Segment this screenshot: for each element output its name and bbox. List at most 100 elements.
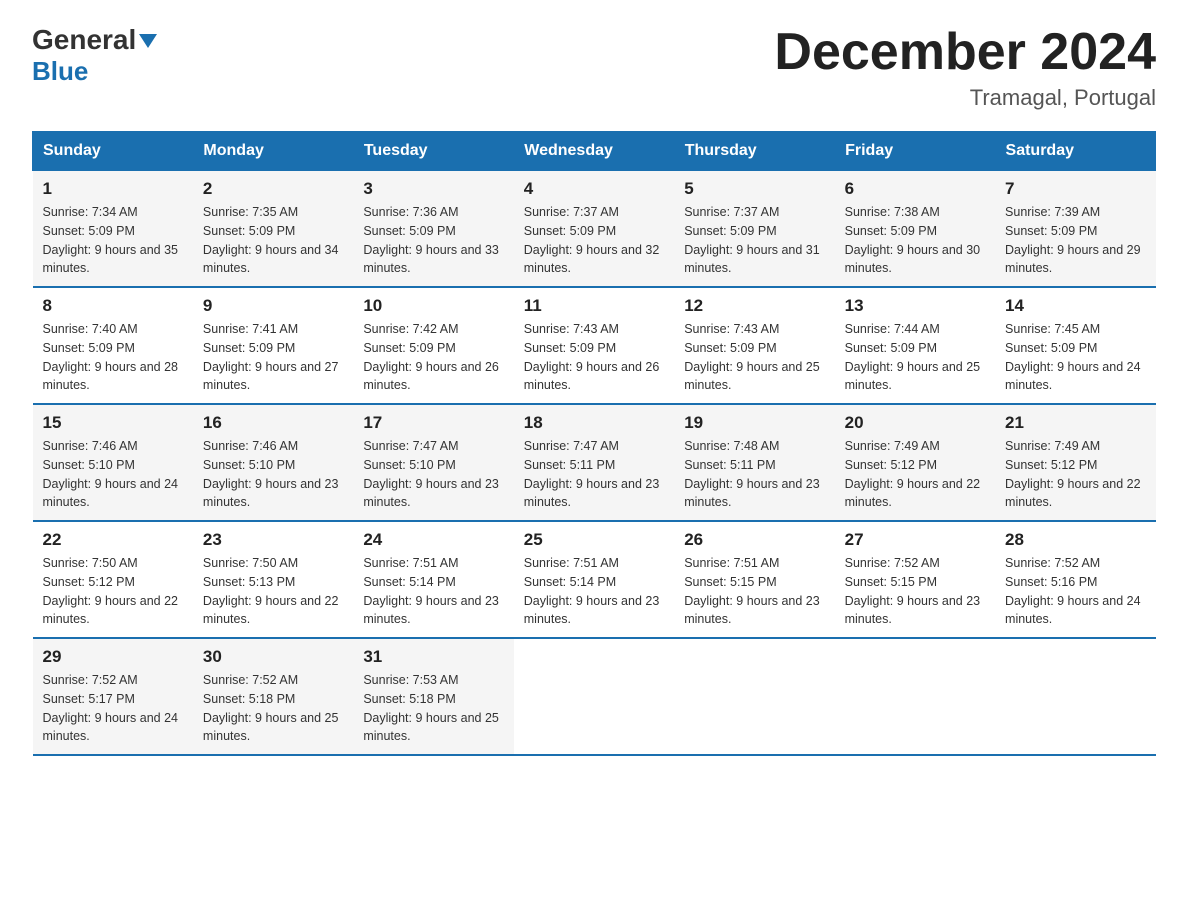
- calendar-cell: [995, 638, 1155, 755]
- day-info: Sunrise: 7:37 AMSunset: 5:09 PMDaylight:…: [524, 203, 664, 278]
- day-number: 28: [1005, 530, 1145, 550]
- calendar-week-row: 8 Sunrise: 7:40 AMSunset: 5:09 PMDaylight…: [33, 287, 1156, 404]
- day-number: 7: [1005, 179, 1145, 199]
- day-info: Sunrise: 7:34 AMSunset: 5:09 PMDaylight:…: [43, 203, 183, 278]
- day-info: Sunrise: 7:38 AMSunset: 5:09 PMDaylight:…: [845, 203, 985, 278]
- month-title: December 2024: [774, 24, 1156, 81]
- day-info: Sunrise: 7:52 AMSunset: 5:17 PMDaylight:…: [43, 671, 183, 746]
- calendar-cell: 10 Sunrise: 7:42 AMSunset: 5:09 PMDayligh…: [353, 287, 513, 404]
- day-number: 17: [363, 413, 503, 433]
- calendar-week-row: 1 Sunrise: 7:34 AMSunset: 5:09 PMDaylight…: [33, 171, 1156, 288]
- header-sunday: Sunday: [33, 132, 193, 171]
- calendar-cell: 16 Sunrise: 7:46 AMSunset: 5:10 PMDayligh…: [193, 404, 353, 521]
- calendar-cell: 12 Sunrise: 7:43 AMSunset: 5:09 PMDayligh…: [674, 287, 834, 404]
- day-info: Sunrise: 7:52 AMSunset: 5:16 PMDaylight:…: [1005, 554, 1145, 629]
- calendar-cell: 14 Sunrise: 7:45 AMSunset: 5:09 PMDayligh…: [995, 287, 1155, 404]
- day-info: Sunrise: 7:41 AMSunset: 5:09 PMDaylight:…: [203, 320, 343, 395]
- day-info: Sunrise: 7:49 AMSunset: 5:12 PMDaylight:…: [845, 437, 985, 512]
- day-info: Sunrise: 7:46 AMSunset: 5:10 PMDaylight:…: [203, 437, 343, 512]
- calendar-cell: [835, 638, 995, 755]
- day-number: 14: [1005, 296, 1145, 316]
- day-info: Sunrise: 7:51 AMSunset: 5:14 PMDaylight:…: [524, 554, 664, 629]
- day-info: Sunrise: 7:51 AMSunset: 5:15 PMDaylight:…: [684, 554, 824, 629]
- logo: General Blue: [32, 24, 157, 84]
- calendar-week-row: 15 Sunrise: 7:46 AMSunset: 5:10 PMDayligh…: [33, 404, 1156, 521]
- header-saturday: Saturday: [995, 132, 1155, 171]
- calendar-cell: 29 Sunrise: 7:52 AMSunset: 5:17 PMDayligh…: [33, 638, 193, 755]
- day-number: 12: [684, 296, 824, 316]
- day-info: Sunrise: 7:37 AMSunset: 5:09 PMDaylight:…: [684, 203, 824, 278]
- header-wednesday: Wednesday: [514, 132, 674, 171]
- calendar-cell: [514, 638, 674, 755]
- day-number: 8: [43, 296, 183, 316]
- day-number: 4: [524, 179, 664, 199]
- location-title: Tramagal, Portugal: [774, 85, 1156, 111]
- calendar-table: SundayMondayTuesdayWednesdayThursdayFrid…: [32, 131, 1156, 756]
- day-number: 29: [43, 647, 183, 667]
- day-info: Sunrise: 7:47 AMSunset: 5:11 PMDaylight:…: [524, 437, 664, 512]
- calendar-cell: 13Sunrise: 7:44 AMSunset: 5:09 PMDayligh…: [835, 287, 995, 404]
- calendar-cell: 25 Sunrise: 7:51 AMSunset: 5:14 PMDayligh…: [514, 521, 674, 638]
- calendar-cell: 23 Sunrise: 7:50 AMSunset: 5:13 PMDayligh…: [193, 521, 353, 638]
- calendar-cell: 2 Sunrise: 7:35 AMSunset: 5:09 PMDaylight…: [193, 171, 353, 288]
- day-info: Sunrise: 7:39 AMSunset: 5:09 PMDaylight:…: [1005, 203, 1145, 278]
- day-info: Sunrise: 7:48 AMSunset: 5:11 PMDaylight:…: [684, 437, 824, 512]
- day-info: Sunrise: 7:50 AMSunset: 5:13 PMDaylight:…: [203, 554, 343, 629]
- logo-blue-text: Blue: [32, 58, 88, 84]
- day-info: Sunrise: 7:42 AMSunset: 5:09 PMDaylight:…: [363, 320, 503, 395]
- day-number: 3: [363, 179, 503, 199]
- header-friday: Friday: [835, 132, 995, 171]
- page-header: General Blue December 2024 Tramagal, Por…: [32, 24, 1156, 111]
- day-number: 9: [203, 296, 343, 316]
- day-number: 20: [845, 413, 985, 433]
- header-tuesday: Tuesday: [353, 132, 513, 171]
- calendar-week-row: 29 Sunrise: 7:52 AMSunset: 5:17 PMDayligh…: [33, 638, 1156, 755]
- day-number: 31: [363, 647, 503, 667]
- day-info: Sunrise: 7:43 AMSunset: 5:09 PMDaylight:…: [684, 320, 824, 395]
- day-number: 11: [524, 296, 664, 316]
- day-number: 6: [845, 179, 985, 199]
- day-info: Sunrise: 7:46 AMSunset: 5:10 PMDaylight:…: [43, 437, 183, 512]
- logo-general-text: General: [32, 24, 136, 56]
- day-number: 15: [43, 413, 183, 433]
- calendar-cell: 28 Sunrise: 7:52 AMSunset: 5:16 PMDayligh…: [995, 521, 1155, 638]
- calendar-cell: 22 Sunrise: 7:50 AMSunset: 5:12 PMDayligh…: [33, 521, 193, 638]
- calendar-cell: 17 Sunrise: 7:47 AMSunset: 5:10 PMDayligh…: [353, 404, 513, 521]
- day-info: Sunrise: 7:35 AMSunset: 5:09 PMDaylight:…: [203, 203, 343, 278]
- day-info: Sunrise: 7:52 AMSunset: 5:18 PMDaylight:…: [203, 671, 343, 746]
- calendar-cell: 21 Sunrise: 7:49 AMSunset: 5:12 PMDayligh…: [995, 404, 1155, 521]
- day-info: Sunrise: 7:40 AMSunset: 5:09 PMDaylight:…: [43, 320, 183, 395]
- day-number: 25: [524, 530, 664, 550]
- calendar-cell: 7 Sunrise: 7:39 AMSunset: 5:09 PMDaylight…: [995, 171, 1155, 288]
- day-info: Sunrise: 7:43 AMSunset: 5:09 PMDaylight:…: [524, 320, 664, 395]
- day-number: 21: [1005, 413, 1145, 433]
- day-number: 23: [203, 530, 343, 550]
- calendar-cell: 20 Sunrise: 7:49 AMSunset: 5:12 PMDayligh…: [835, 404, 995, 521]
- day-number: 1: [43, 179, 183, 199]
- day-number: 16: [203, 413, 343, 433]
- calendar-week-row: 22 Sunrise: 7:50 AMSunset: 5:12 PMDayligh…: [33, 521, 1156, 638]
- day-info: Sunrise: 7:45 AMSunset: 5:09 PMDaylight:…: [1005, 320, 1145, 395]
- calendar-cell: 6 Sunrise: 7:38 AMSunset: 5:09 PMDaylight…: [835, 171, 995, 288]
- calendar-cell: 1 Sunrise: 7:34 AMSunset: 5:09 PMDaylight…: [33, 171, 193, 288]
- calendar-cell: 3 Sunrise: 7:36 AMSunset: 5:09 PMDaylight…: [353, 171, 513, 288]
- day-number: 19: [684, 413, 824, 433]
- day-info: Sunrise: 7:52 AMSunset: 5:15 PMDaylight:…: [845, 554, 985, 629]
- day-info: Sunrise: 7:50 AMSunset: 5:12 PMDaylight:…: [43, 554, 183, 629]
- day-number: 13: [845, 296, 985, 316]
- day-info: Sunrise: 7:49 AMSunset: 5:12 PMDaylight:…: [1005, 437, 1145, 512]
- day-info: Sunrise: 7:36 AMSunset: 5:09 PMDaylight:…: [363, 203, 503, 278]
- calendar-cell: 26Sunrise: 7:51 AMSunset: 5:15 PMDayligh…: [674, 521, 834, 638]
- day-number: 2: [203, 179, 343, 199]
- day-number: 10: [363, 296, 503, 316]
- calendar-cell: 30Sunrise: 7:52 AMSunset: 5:18 PMDayligh…: [193, 638, 353, 755]
- day-info: Sunrise: 7:53 AMSunset: 5:18 PMDaylight:…: [363, 671, 503, 746]
- calendar-cell: 9 Sunrise: 7:41 AMSunset: 5:09 PMDaylight…: [193, 287, 353, 404]
- header-thursday: Thursday: [674, 132, 834, 171]
- header-monday: Monday: [193, 132, 353, 171]
- calendar-cell: 19 Sunrise: 7:48 AMSunset: 5:11 PMDayligh…: [674, 404, 834, 521]
- calendar-cell: 18Sunrise: 7:47 AMSunset: 5:11 PMDayligh…: [514, 404, 674, 521]
- day-info: Sunrise: 7:47 AMSunset: 5:10 PMDaylight:…: [363, 437, 503, 512]
- day-number: 22: [43, 530, 183, 550]
- day-info: Sunrise: 7:51 AMSunset: 5:14 PMDaylight:…: [363, 554, 503, 629]
